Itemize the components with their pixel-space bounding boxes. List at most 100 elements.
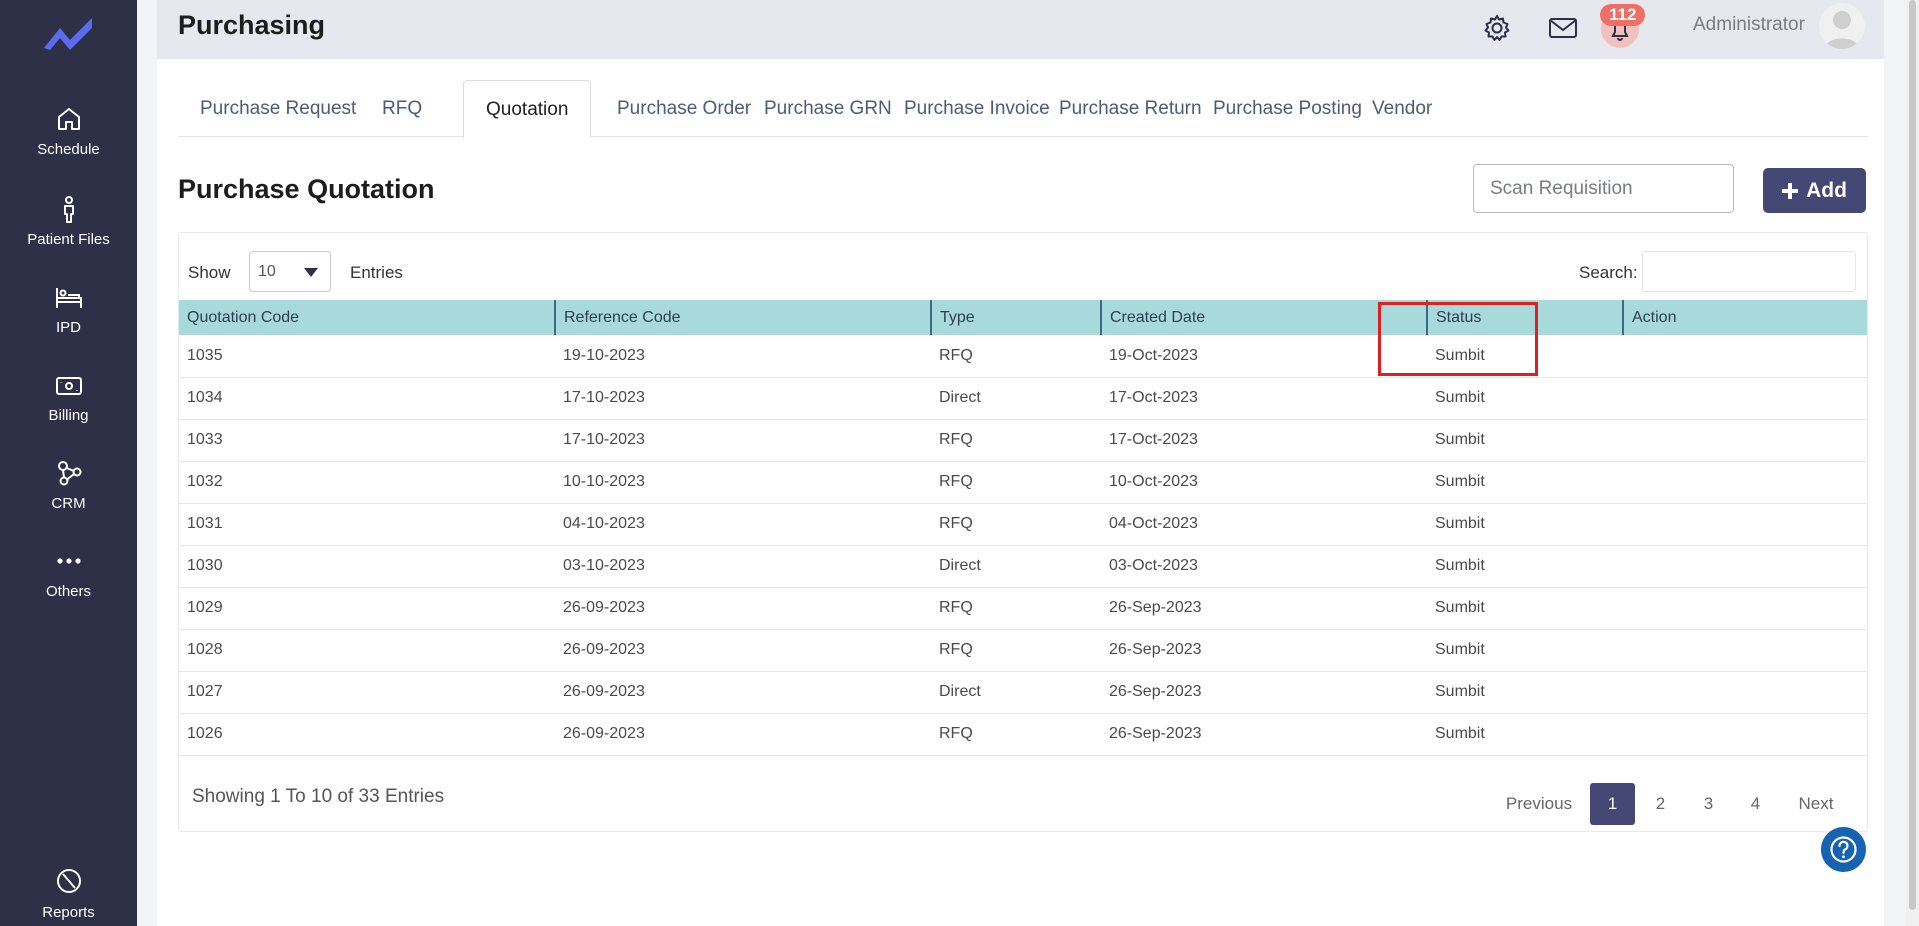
cell-action[interactable] bbox=[1623, 629, 1867, 672]
tab-rfq[interactable]: RFQ bbox=[360, 80, 444, 137]
cell-action[interactable] bbox=[1623, 545, 1867, 588]
sidebar-item-label: Others bbox=[45, 583, 91, 600]
cell-action[interactable] bbox=[1623, 713, 1867, 756]
cell-type: RFQ bbox=[931, 419, 1101, 462]
cell-action[interactable] bbox=[1623, 419, 1867, 462]
notification-badge: 112 bbox=[1600, 4, 1646, 26]
sidebar-item-billing[interactable]: Billing bbox=[0, 370, 137, 424]
cell-action[interactable] bbox=[1623, 671, 1867, 714]
sidebar-item-schedule[interactable]: Schedule bbox=[0, 104, 137, 158]
help-button[interactable] bbox=[1821, 827, 1866, 872]
logo-icon[interactable] bbox=[40, 14, 96, 54]
cell-quotation-code: 1033 bbox=[179, 419, 555, 462]
scan-requisition-input[interactable] bbox=[1473, 164, 1734, 213]
cell-reference-code: 17-10-2023 bbox=[555, 419, 931, 462]
sidebar-item-label: Billing bbox=[48, 407, 89, 424]
cell-reference-code: 26-09-2023 bbox=[555, 713, 931, 756]
cell-type: RFQ bbox=[931, 713, 1101, 756]
column-header-reference-code[interactable]: Reference Code bbox=[554, 300, 931, 335]
tab-quotation[interactable]: Quotation bbox=[463, 80, 592, 138]
column-header-quotation-code[interactable]: Quotation Code bbox=[179, 300, 555, 335]
money-icon bbox=[55, 377, 82, 395]
sidebar-item-reports[interactable]: Reports bbox=[0, 867, 137, 921]
pagination-previous[interactable]: Previous bbox=[1497, 783, 1581, 825]
cell-created-date: 04-Oct-2023 bbox=[1101, 503, 1427, 546]
cell-created-date: 26-Sep-2023 bbox=[1101, 713, 1427, 756]
cell-action[interactable] bbox=[1623, 587, 1867, 630]
sidebar-item-crm[interactable]: CRM bbox=[0, 458, 137, 512]
column-header-type[interactable]: Type bbox=[930, 300, 1101, 335]
cell-quotation-code: 1027 bbox=[179, 671, 555, 714]
plus-icon bbox=[1782, 182, 1799, 199]
search-label: Search: bbox=[1579, 263, 1638, 282]
table-row[interactable]: 1029 26-09-2023 RFQ 26-Sep-2023 Sumbit bbox=[179, 587, 1867, 630]
more-icon bbox=[56, 558, 81, 564]
cell-status: Sumbit bbox=[1427, 671, 1623, 714]
table-row[interactable]: 1028 26-09-2023 RFQ 26-Sep-2023 Sumbit bbox=[179, 629, 1867, 672]
sidebar-item-others[interactable]: Others bbox=[0, 546, 137, 600]
home-icon bbox=[57, 108, 80, 130]
sidebar-item-ipd[interactable]: IPD bbox=[0, 282, 137, 336]
table-row[interactable]: 1027 26-09-2023 Direct 26-Sep-2023 Sumbi… bbox=[179, 671, 1867, 714]
cell-quotation-code: 1035 bbox=[179, 335, 555, 378]
pagination-page-2[interactable]: 2 bbox=[1638, 783, 1683, 825]
gear-icon[interactable] bbox=[1481, 12, 1513, 44]
caret-down-icon bbox=[304, 268, 318, 277]
cell-action[interactable] bbox=[1623, 503, 1867, 546]
cell-reference-code: 04-10-2023 bbox=[555, 503, 931, 546]
table-row[interactable]: 1034 17-10-2023 Direct 17-Oct-2023 Sumbi… bbox=[179, 377, 1867, 420]
pagination-next[interactable]: Next bbox=[1785, 783, 1847, 825]
header: Purchasing 112 Administrator bbox=[157, 0, 1884, 59]
pagination-page-3[interactable]: 3 bbox=[1686, 783, 1731, 825]
sidebar-item-label: Schedule bbox=[37, 141, 100, 158]
sidebar: Schedule Patient Files IPD Billing CRM O… bbox=[0, 0, 137, 926]
scrollbar-thumb[interactable] bbox=[1909, 0, 1916, 910]
network-icon bbox=[57, 461, 81, 486]
section-title: Purchase Quotation bbox=[178, 174, 435, 204]
table-row[interactable]: 1031 04-10-2023 RFQ 04-Oct-2023 Sumbit bbox=[179, 503, 1867, 546]
avatar[interactable] bbox=[1819, 3, 1865, 49]
table-row[interactable]: 1032 10-10-2023 RFQ 10-Oct-2023 Sumbit bbox=[179, 461, 1867, 504]
mail-icon[interactable] bbox=[1547, 12, 1579, 44]
tab-purchase-request[interactable]: Purchase Request bbox=[178, 80, 378, 137]
table-row[interactable]: 1030 03-10-2023 Direct 03-Oct-2023 Sumbi… bbox=[179, 545, 1867, 588]
tab-vendor[interactable]: Vendor bbox=[1350, 80, 1454, 137]
cell-quotation-code: 1031 bbox=[179, 503, 555, 546]
main-panel: Purchase Request RFQ Quotation Purchase … bbox=[157, 59, 1884, 926]
cell-action[interactable] bbox=[1623, 335, 1867, 378]
table-row[interactable]: 1033 17-10-2023 RFQ 17-Oct-2023 Sumbit bbox=[179, 419, 1867, 462]
sidebar-item-label: Patient Files bbox=[27, 231, 110, 248]
cell-action[interactable] bbox=[1623, 461, 1867, 504]
page-title: Purchasing bbox=[178, 10, 326, 40]
entries-select-value: 10 bbox=[258, 263, 276, 280]
cell-quotation-code: 1032 bbox=[179, 461, 555, 504]
pagination-page-4[interactable]: 4 bbox=[1733, 783, 1778, 825]
cell-reference-code: 26-09-2023 bbox=[555, 671, 931, 714]
page-scrollbar[interactable] bbox=[1906, 0, 1919, 926]
cell-reference-code: 03-10-2023 bbox=[555, 545, 931, 588]
entries-per-page-select[interactable]: 10 bbox=[249, 251, 331, 292]
search-input[interactable] bbox=[1642, 251, 1856, 292]
cell-quotation-code: 1030 bbox=[179, 545, 555, 588]
user-name[interactable]: Administrator bbox=[1693, 14, 1805, 36]
cell-created-date: 26-Sep-2023 bbox=[1101, 587, 1427, 630]
table-row[interactable]: 1035 19-10-2023 RFQ 19-Oct-2023 Sumbit bbox=[179, 335, 1867, 378]
cell-action[interactable] bbox=[1623, 377, 1867, 420]
column-header-created-date[interactable]: Created Date bbox=[1100, 300, 1427, 335]
cell-reference-code: 26-09-2023 bbox=[555, 629, 931, 672]
cell-type: RFQ bbox=[931, 629, 1101, 672]
cell-created-date: 17-Oct-2023 bbox=[1101, 377, 1427, 420]
cell-status: Sumbit bbox=[1427, 419, 1623, 462]
cell-status: Sumbit bbox=[1427, 629, 1623, 672]
pie-chart-icon bbox=[56, 869, 81, 893]
quotation-table: Quotation Code Reference Code Type Creat… bbox=[179, 300, 1867, 756]
add-button[interactable]: Add bbox=[1763, 168, 1866, 213]
cell-type: RFQ bbox=[931, 503, 1101, 546]
sidebar-item-label: IPD bbox=[55, 319, 81, 336]
cell-created-date: 17-Oct-2023 bbox=[1101, 419, 1427, 462]
pagination-page-1[interactable]: 1 bbox=[1590, 783, 1635, 825]
column-header-status[interactable]: Status bbox=[1426, 300, 1623, 335]
sidebar-item-patient-files[interactable]: Patient Files bbox=[0, 194, 137, 248]
cell-created-date: 19-Oct-2023 bbox=[1101, 335, 1427, 378]
table-row[interactable]: 1026 26-09-2023 RFQ 26-Sep-2023 Sumbit bbox=[179, 713, 1867, 756]
